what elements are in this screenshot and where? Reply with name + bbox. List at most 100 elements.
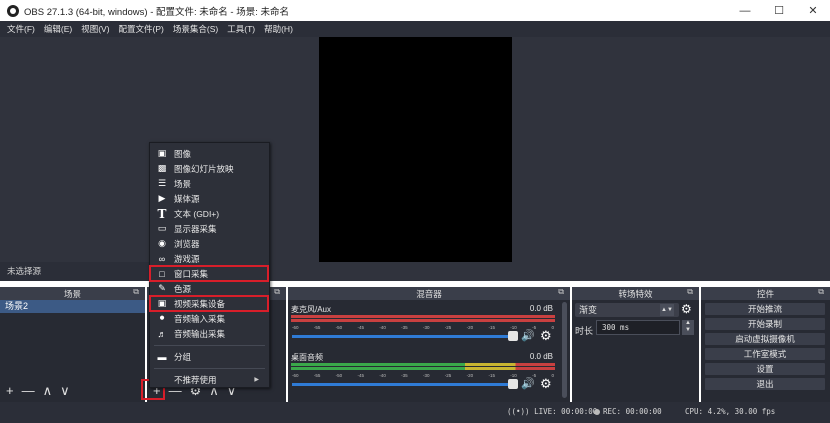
- start-streaming-button[interactable]: 开始推流: [705, 303, 825, 315]
- speaker-icon[interactable]: 🔊: [521, 377, 535, 390]
- tick-label: -45: [357, 325, 364, 330]
- mixer-channel-mic: 麦克风/Aux 0.0 dB -60 -55 -50 -45 -40 -35 -…: [290, 302, 556, 347]
- text-icon: T: [157, 206, 167, 221]
- speaker-icon[interactable]: 🔊: [521, 329, 535, 342]
- gear-icon[interactable]: ⚙: [540, 376, 552, 392]
- slideshow-icon: ▩: [157, 163, 167, 173]
- gear-icon[interactable]: ⚙: [540, 328, 552, 344]
- float-icon[interactable]: ⧉: [133, 287, 139, 297]
- source-toolbar-empty: [270, 262, 830, 281]
- menu-item-text-gdi[interactable]: T 文本 (GDI+): [150, 206, 269, 221]
- close-button[interactable]: ✕: [796, 0, 830, 21]
- window-controls: — ☐ ✕: [728, 0, 830, 21]
- level-meter: [291, 367, 555, 370]
- tick-label: -60: [292, 325, 299, 330]
- move-up-button[interactable]: ∧: [43, 384, 53, 398]
- menu-item-audio-output-capture[interactable]: ♬ 音频输出采集: [150, 326, 269, 341]
- microphone-icon: ⚫: [158, 313, 166, 323]
- controls-header: 控件 ⧉: [701, 287, 830, 300]
- tick-label: -30: [422, 373, 430, 378]
- speaker-icon: ♬: [157, 328, 167, 339]
- monitor-icon: ▭: [157, 223, 167, 233]
- menu-item-media-source[interactable]: ▶ 媒体源: [150, 191, 269, 206]
- start-recording-button[interactable]: 开始录制: [705, 318, 825, 330]
- window-capture-highlight: [149, 265, 269, 282]
- gear-icon[interactable]: ⚙: [681, 302, 692, 316]
- chevron-updown-icon[interactable]: ▲▼: [660, 304, 674, 316]
- meter-scale: -60 -55 -50 -45 -40 -35 -30 -25 -20 -15 …: [292, 325, 554, 330]
- duration-stepper[interactable]: ▲ ▼: [682, 320, 694, 335]
- remove-scene-button[interactable]: —: [22, 384, 35, 398]
- menu-edit[interactable]: 编辑(E): [44, 23, 72, 35]
- menu-item-image[interactable]: ▣ 图像: [150, 146, 269, 161]
- exit-button[interactable]: 退出: [705, 378, 825, 390]
- menu-help[interactable]: 帮助(H): [264, 23, 293, 35]
- maximize-button[interactable]: ☐: [762, 0, 796, 21]
- brush-icon: ✎: [158, 283, 166, 293]
- settings-button[interactable]: 设置: [705, 363, 825, 375]
- source-toolbar: 未选择源: [0, 262, 830, 281]
- level-meter: [291, 315, 555, 318]
- start-virtual-camera-button[interactable]: 启动虚拟摄像机: [705, 333, 825, 345]
- tick-label: -30: [422, 325, 430, 330]
- controls-title: 控件: [756, 288, 774, 299]
- scenes-header: 场景 ⧉: [0, 287, 145, 300]
- tick-label: 0: [551, 325, 554, 330]
- audio-mixer-dock: 混音器 ⧉ 麦克风/Aux 0.0 dB -60 -55 -50 -45 -40…: [288, 287, 570, 402]
- menu-item-label: 游戏源: [174, 253, 200, 264]
- menu-item-color-source[interactable]: ✎ 色源: [150, 281, 269, 296]
- duration-field[interactable]: 300 ms: [596, 320, 680, 335]
- controls-body: 开始推流 开始录制 启动虚拟摄像机 工作室模式 设置 退出: [701, 300, 830, 402]
- volume-slider[interactable]: [292, 335, 510, 338]
- menu-item-image-slideshow[interactable]: ▩ 图像幻灯片放映: [150, 161, 269, 176]
- tick-label: -10: [510, 373, 517, 378]
- float-icon[interactable]: ⧉: [558, 287, 564, 297]
- status-bar: ((•)) LIVE: 00:00:00 REC: 00:00:00 CPU: …: [0, 402, 830, 423]
- menu-item-label: 图像幻灯片放映: [174, 163, 234, 174]
- transitions-header: 转场特效 ⧉: [572, 287, 699, 300]
- menu-tools[interactable]: 工具(T): [227, 23, 255, 35]
- globe-icon: ◉: [158, 238, 166, 248]
- menu-item-browser[interactable]: ◉ 浏览器: [150, 236, 269, 251]
- tick-label: -25: [444, 325, 452, 330]
- scene-item[interactable]: 场景2: [0, 300, 145, 313]
- menu-scene-collection[interactable]: 场景集合(S): [173, 23, 218, 35]
- menu-bar: 文件(F) 编辑(E) 视图(V) 配置文件(P) 场景集合(S) 工具(T) …: [0, 21, 830, 37]
- channel-name: 麦克风/Aux: [291, 305, 332, 314]
- menu-item-display-capture[interactable]: ▭ 显示器采集: [150, 221, 269, 236]
- menu-item-audio-input-capture[interactable]: ⚫ 音频输入采集: [150, 311, 269, 326]
- menu-file[interactable]: 文件(F): [7, 23, 35, 35]
- video-capture-highlight: [149, 295, 269, 312]
- menu-item-scene[interactable]: ☰ 场景: [150, 176, 269, 191]
- record-dot-icon: [594, 409, 600, 415]
- tick-label: -35: [401, 325, 408, 330]
- mixer-scrollbar[interactable]: [562, 302, 567, 398]
- volume-slider-handle[interactable]: [508, 379, 518, 389]
- tick-label: -40: [379, 373, 386, 378]
- menu-view[interactable]: 视图(V): [81, 23, 109, 35]
- no-source-label: 未选择源: [7, 266, 42, 276]
- transitions-dock: 转场特效 ⧉ 渐变 ▲▼ ⚙ 时长 300 ms ▲ ▼: [572, 287, 699, 402]
- image-icon: ▣: [157, 148, 167, 158]
- float-icon[interactable]: ⧉: [818, 287, 824, 297]
- menu-item-game-capture[interactable]: ∞ 游戏源: [150, 251, 269, 266]
- add-scene-button[interactable]: +: [6, 384, 14, 398]
- move-down-button[interactable]: ∨: [60, 384, 70, 398]
- transitions-body: 渐变 ▲▼ ⚙ 时长 300 ms ▲ ▼: [572, 300, 699, 402]
- menu-item-deprecated[interactable]: 不推荐使用 ▶: [150, 372, 269, 387]
- float-icon[interactable]: ⧉: [687, 287, 693, 297]
- studio-mode-button[interactable]: 工作室模式: [705, 348, 825, 360]
- volume-slider-handle[interactable]: [508, 331, 518, 341]
- menu-item-group[interactable]: ▬ 分组: [150, 349, 269, 364]
- menu-item-label: 音频输出采集: [174, 328, 226, 339]
- volume-slider[interactable]: [292, 383, 510, 386]
- tick-label: -20: [466, 325, 474, 330]
- menu-separator: [154, 368, 265, 369]
- menu-item-label: 媒体源: [174, 193, 200, 204]
- live-timer: LIVE: 00:00:00: [534, 407, 598, 416]
- menu-profile[interactable]: 配置文件(P): [119, 23, 164, 35]
- preview-canvas[interactable]: [319, 37, 512, 262]
- minimize-button[interactable]: —: [728, 0, 762, 21]
- tick-label: -50: [335, 325, 343, 330]
- float-icon[interactable]: ⧉: [274, 287, 280, 297]
